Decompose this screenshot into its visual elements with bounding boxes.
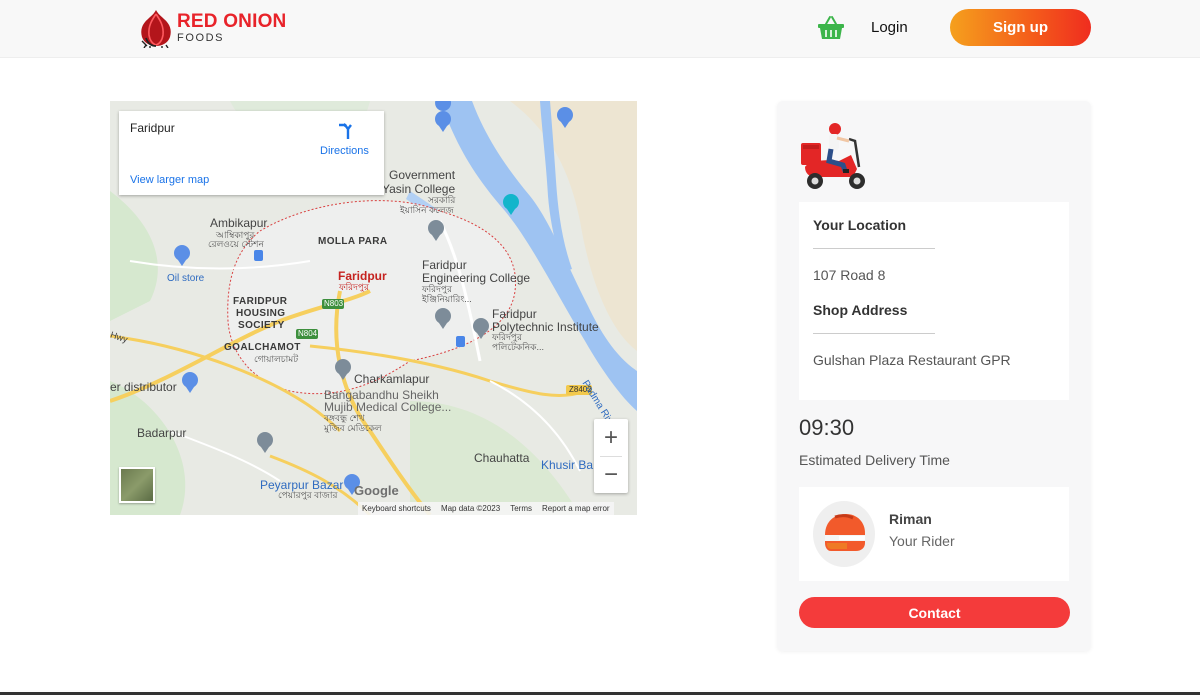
map-label: MOLLA PARA bbox=[318, 236, 388, 247]
map-label: SOCIETY bbox=[238, 320, 285, 331]
contact-button[interactable]: Contact bbox=[799, 597, 1070, 628]
rider-name: Riman bbox=[889, 511, 932, 527]
map-label: Government bbox=[389, 168, 456, 182]
map-label: Faridpur bbox=[422, 258, 467, 272]
zoom-divider bbox=[600, 456, 622, 457]
map-label: N803 bbox=[324, 299, 344, 308]
map-label: Ambikapur bbox=[210, 216, 268, 230]
map-label: Faridpur bbox=[338, 269, 387, 283]
rider-avatar bbox=[813, 501, 875, 567]
map-label: গোয়ালচামট bbox=[254, 354, 299, 364]
map-label: GOALCHAMOT bbox=[224, 342, 301, 353]
map-place-name: Faridpur bbox=[130, 121, 175, 135]
delivery-time: 09:30 bbox=[799, 415, 855, 440]
map-place-card: Faridpur Directions View larger map bbox=[119, 111, 384, 195]
map-label: HOUSING bbox=[236, 308, 286, 319]
login-link[interactable]: Login bbox=[871, 19, 908, 36]
delivery-panel: Your Location 107 Road 8 Shop Address Gu… bbox=[777, 101, 1091, 651]
brand-subtitle: FOODS bbox=[177, 32, 225, 44]
map-label: Mujib Medical College... bbox=[324, 400, 452, 414]
location-map[interactable]: Government Yasin College সরকারি ইয়াসিন … bbox=[110, 101, 637, 515]
map-label: Khusir Ba bbox=[541, 458, 594, 472]
map-label: Engineering College bbox=[422, 271, 531, 285]
shop-address-heading: Shop Address bbox=[813, 302, 908, 318]
map-label: Faridpur bbox=[492, 307, 537, 321]
map-data-text: Map data ©2023 bbox=[440, 504, 501, 513]
helmet-icon bbox=[825, 514, 865, 551]
divider bbox=[813, 248, 935, 249]
zoom-in-button[interactable]: + bbox=[594, 419, 628, 456]
satellite-toggle[interactable] bbox=[119, 467, 155, 503]
terms-link[interactable]: Terms bbox=[510, 504, 532, 513]
map-label: Chauhatta bbox=[474, 451, 530, 465]
delivery-scooter-icon bbox=[801, 123, 865, 189]
keyboard-shortcuts-link[interactable]: Keyboard shortcuts bbox=[362, 504, 431, 513]
map-label: N804 bbox=[298, 329, 318, 338]
map-label: পেয়ারপুর বাজার bbox=[278, 490, 338, 500]
map-label: Badarpur bbox=[137, 426, 187, 440]
divider bbox=[813, 333, 935, 334]
your-location-heading: Your Location bbox=[813, 217, 907, 233]
brand-name: RED ONION bbox=[177, 11, 287, 32]
your-location-value: 107 Road 8 bbox=[813, 267, 886, 283]
directions-icon[interactable] bbox=[335, 122, 355, 142]
map-label: FARIDPUR bbox=[233, 296, 288, 307]
onion-logo-icon bbox=[141, 10, 171, 48]
map-label: Charkamlapur bbox=[354, 372, 430, 386]
map-label: er distributor bbox=[110, 380, 177, 394]
map-attribution: Keyboard shortcuts Map data ©2023 Terms … bbox=[358, 502, 614, 515]
shopping-basket-icon[interactable] bbox=[817, 15, 845, 41]
directions-link[interactable]: Directions bbox=[320, 145, 369, 157]
rider-card: Riman Your Rider bbox=[799, 487, 1069, 581]
location-card: Your Location 107 Road 8 Shop Address Gu… bbox=[799, 202, 1069, 400]
map-label: রেলওয়ে স্টেশন bbox=[208, 239, 264, 249]
map-zoom-controls: + − bbox=[594, 419, 628, 493]
report-error-link[interactable]: Report a map error bbox=[542, 504, 610, 513]
top-navbar: RED ONION FOODS Login Sign up bbox=[0, 0, 1200, 58]
sign-up-button[interactable]: Sign up bbox=[950, 9, 1091, 46]
brand-logo[interactable]: RED ONION FOODS bbox=[138, 8, 286, 48]
shop-address-value: Gulshan Plaza Restaurant GPR bbox=[813, 352, 1011, 368]
view-larger-map-link[interactable]: View larger map bbox=[130, 174, 209, 186]
map-label: ফরিদপুর bbox=[339, 282, 369, 292]
map-label: ইঞ্জিনিয়ারিং... bbox=[422, 294, 472, 304]
map-label: ইয়াসিন কলেজ bbox=[400, 205, 454, 215]
delivery-time-label: Estimated Delivery Time bbox=[799, 452, 950, 468]
map-label: Oil store bbox=[167, 273, 205, 284]
map-label: পলিটেকনিক... bbox=[492, 342, 544, 352]
map-label: মুজিব মেডিকেল bbox=[324, 423, 382, 433]
google-watermark: Google bbox=[354, 483, 399, 498]
map-label: Yasin College bbox=[382, 182, 456, 196]
zoom-out-button[interactable]: − bbox=[594, 456, 628, 493]
rider-role: Your Rider bbox=[889, 533, 955, 549]
